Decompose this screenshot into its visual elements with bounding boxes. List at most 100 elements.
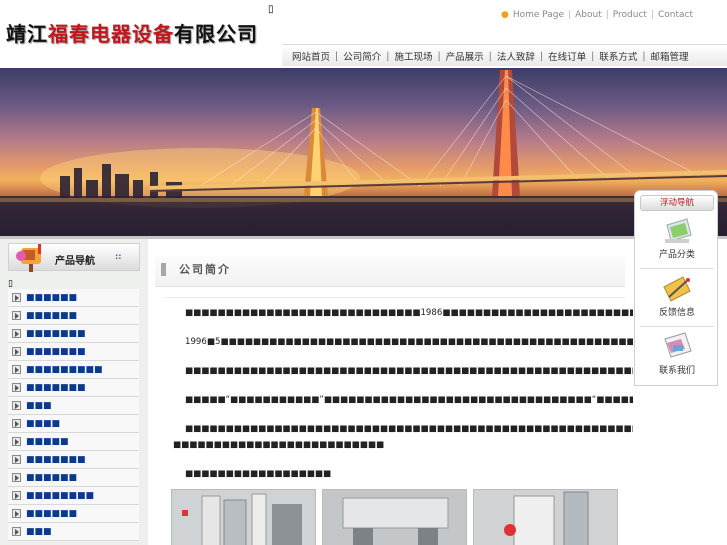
arrow-icon xyxy=(12,473,21,482)
arrow-icon xyxy=(12,293,21,302)
sidebar-item[interactable]: ■■■■■■■■■ xyxy=(8,361,139,379)
float-item-category[interactable]: 产品分类 xyxy=(640,213,714,269)
nav-item-speech[interactable]: 法人致辞 xyxy=(497,49,535,63)
sidebar-item-label: ■■■■■■■■ xyxy=(26,490,95,501)
floating-nav: 浮动导航 产品分类 反馈信息 联系我们 xyxy=(634,190,718,386)
arrow-icon xyxy=(12,365,21,374)
float-item-label: 产品分类 xyxy=(658,250,695,260)
nav-item-contact[interactable]: 联系方式 xyxy=(599,49,637,63)
floating-nav-title: 浮动导航 xyxy=(640,195,714,211)
sidebar-dots-icon: :: xyxy=(115,252,122,261)
arrow-icon xyxy=(12,383,21,392)
sidebar-item[interactable]: ■■■ xyxy=(8,397,139,415)
bullet-icon: ● xyxy=(500,10,509,20)
float-item-feedback[interactable]: 反馈信息 xyxy=(640,271,714,327)
intro-paragraph: ■■■■■■■■■■■■■■■■■■■■■■■■■■■■■1986■■■■■■■… xyxy=(185,308,727,318)
sidebar-item-label: ■■■■■■ xyxy=(26,292,78,303)
divider xyxy=(165,297,625,298)
arrow-icon xyxy=(12,347,21,356)
arrow-icon xyxy=(12,527,21,536)
arrow-icon xyxy=(12,311,21,320)
main-nav: 网站首页 | 公司简介 | 施工现场 | 产品展示 | 法人致辞 | 在线订单 | 联系方式… xyxy=(282,44,727,66)
logo-text-1: 靖江 xyxy=(6,22,48,46)
company-logo[interactable]: 靖江福春电器设备有限公司 xyxy=(6,18,258,47)
nav-item-home[interactable]: 网站首页 xyxy=(292,49,330,63)
main-content: 公司简介 ■■■■■■■■■■■■■■■■■■■■■■■■■■■■■1986■■… xyxy=(153,239,727,545)
intro-paragraph: ■■■■■■■■■■■■■■■■■■■■■■■■■■■■■■■■■■■■■■■■… xyxy=(185,366,727,376)
sidebar-item[interactable]: ■■■■■■■ xyxy=(8,451,139,469)
sidebar-title: 产品导航 xyxy=(55,256,95,267)
top-links: ● Home Page | About | Product | Contact xyxy=(500,10,693,20)
header: 靖江福春电器设备有限公司 ▯ ● Home Page | About | Product |… xyxy=(0,0,727,68)
mailbox-icon xyxy=(16,244,41,272)
contact-icon xyxy=(664,332,692,358)
section-title: 公司简介 xyxy=(179,263,231,276)
nav-item-site[interactable]: 施工现场 xyxy=(394,49,432,63)
intro-paragraph: ■■■■■■■■■■■■■■■■■■■■■■■■■■■■■■■■■■■■■■■■… xyxy=(173,424,673,450)
sidebar-header: 产品导航 :: xyxy=(8,243,140,272)
sidebar-item-label: ■■■■■■■■■ xyxy=(26,364,103,375)
arrow-icon xyxy=(12,509,21,518)
sidebar-item[interactable]: ■■■■■■■ xyxy=(8,343,139,361)
arrow-icon xyxy=(12,401,21,410)
logo-text-2: 福春电器设备 xyxy=(48,22,174,46)
bridge-illustration xyxy=(0,70,727,238)
company-intro-text: ■■■■■■■■■■■■■■■■■■■■■■■■■■■■■1986■■■■■■■… xyxy=(173,305,727,495)
section-marker xyxy=(161,263,166,276)
sidebar-item-label: ■■■ xyxy=(26,526,52,537)
arrow-icon xyxy=(12,437,21,446)
sidebar-item[interactable]: ■■■■■■■■ xyxy=(8,487,139,505)
intro-paragraph: ■■■■■“■■■■■■■■■■■”■■■■■■■■■■■■■■■■■■■■■■… xyxy=(185,395,727,405)
sidebar-item-label: ■■■■■■ xyxy=(26,472,78,483)
top-link-product[interactable]: Product xyxy=(613,10,647,20)
sidebar-item[interactable]: ■■■■■■■ xyxy=(8,325,139,343)
sidebar-item[interactable]: ■■■■■■■ xyxy=(8,379,139,397)
feedback-icon xyxy=(663,276,691,302)
sidebar-item-label: ■■■■■■ xyxy=(26,310,78,321)
arrow-icon xyxy=(12,419,21,428)
sidebar-item[interactable]: ■■■■■■ xyxy=(8,505,139,523)
nav-item-about[interactable]: 公司简介 xyxy=(343,49,381,63)
sidebar-item-label: ■■■■■■■ xyxy=(26,382,86,393)
sidebar-item[interactable]: ■■■■■■ xyxy=(8,307,139,325)
section-header: 公司简介 xyxy=(155,251,625,287)
float-item-contact[interactable]: 联系我们 xyxy=(640,329,714,385)
intro-paragraph: ■■■■■■■■■■■■■■■■■■ xyxy=(185,469,332,479)
page: 靖江福春电器设备有限公司 ▯ ● Home Page | About | Product |… xyxy=(0,0,727,545)
site-photo[interactable] xyxy=(473,489,618,545)
nav-item-products[interactable]: 产品展示 xyxy=(446,49,484,63)
sidebar-item[interactable]: ■■■■■■ xyxy=(8,289,139,307)
top-link-contact[interactable]: Contact xyxy=(658,10,693,20)
sidebar-item-label: ■■■■■■■ xyxy=(26,454,86,465)
arrow-icon xyxy=(12,329,21,338)
banner-image xyxy=(0,68,727,238)
sidebar-item[interactable]: ■■■■ xyxy=(8,415,139,433)
top-link-about[interactable]: About xyxy=(575,10,602,20)
sidebar-missing-glyph: ▯ xyxy=(8,279,13,289)
sidebar-item-label: ■■■■■■■ xyxy=(26,328,86,339)
intro-paragraph: 1996■5■■■■■■■■■■■■■■■■■■■■■■■■■■■■■■■■■■… xyxy=(185,337,727,347)
photo-row xyxy=(171,489,619,545)
site-photo[interactable] xyxy=(171,489,316,545)
product-sidebar: 产品导航 :: ▯ ■■■■■■ ■■■■■■ ■■■■■■■ ■■■■■■■ … xyxy=(0,239,148,545)
arrow-icon xyxy=(12,491,21,500)
sidebar-item-label: ■■■■■■■ xyxy=(26,346,86,357)
nav-item-order[interactable]: 在线订单 xyxy=(548,49,586,63)
top-missing-glyph: ▯ xyxy=(268,4,274,15)
sidebar-item-label: ■■■■■■ xyxy=(26,508,78,519)
sidebar-item-label: ■■■■ xyxy=(26,418,61,429)
sidebar-item-label: ■■■ xyxy=(26,400,52,411)
arrow-icon xyxy=(12,455,21,464)
product-category-icon xyxy=(665,218,692,243)
logo-text-3: 有限公司 xyxy=(174,22,258,46)
sidebar-item-label: ■■■■■ xyxy=(26,436,69,447)
sidebar-item[interactable]: ■■■ xyxy=(8,523,139,541)
site-photo[interactable] xyxy=(322,489,467,545)
sidebar-item[interactable]: ■■■■■■ xyxy=(8,469,139,487)
float-item-label: 反馈信息 xyxy=(658,308,695,318)
float-item-label: 联系我们 xyxy=(658,366,695,376)
sidebar-item[interactable]: ■■■■■ xyxy=(8,433,139,451)
nav-item-mail[interactable]: 邮箱管理 xyxy=(651,49,689,63)
sidebar-list: ■■■■■■ ■■■■■■ ■■■■■■■ ■■■■■■■ ■■■■■■■■■ … xyxy=(8,289,139,541)
top-link-home[interactable]: Home Page xyxy=(513,10,564,20)
